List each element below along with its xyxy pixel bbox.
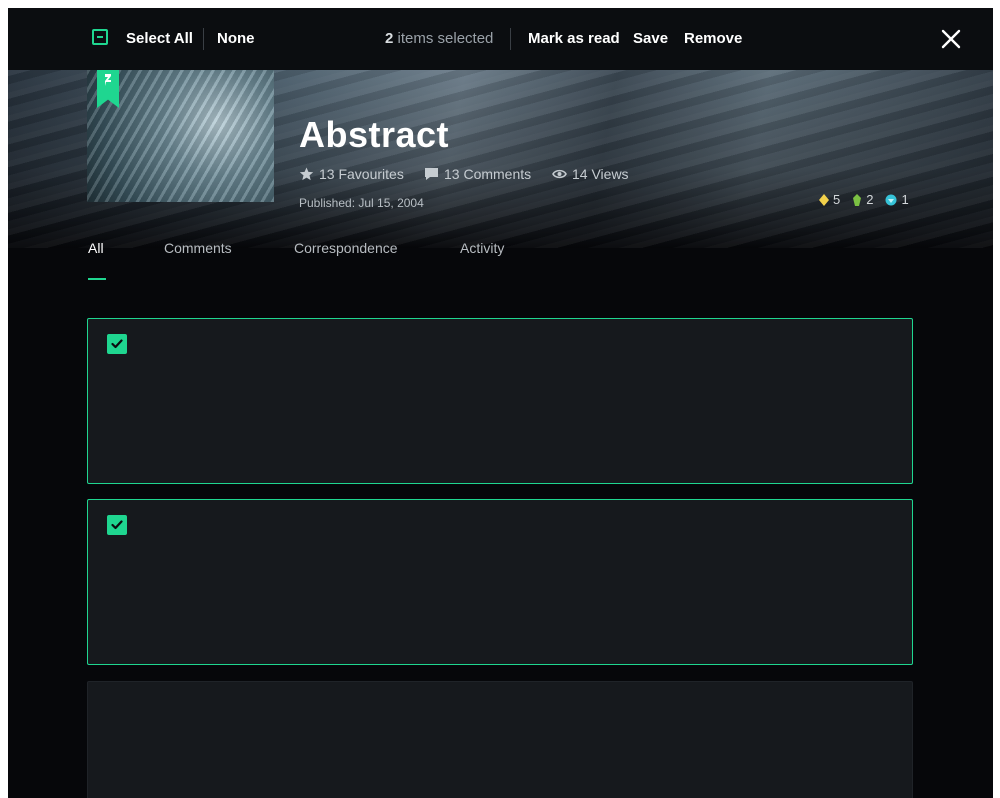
select-all-button[interactable]: Select All: [126, 30, 193, 47]
blue-badge-icon: [885, 194, 897, 205]
close-icon[interactable]: [940, 28, 962, 50]
select-all-checkbox[interactable]: [92, 29, 108, 45]
views-count: 14 Views: [572, 166, 629, 182]
active-tab-indicator: [88, 278, 106, 280]
award-green[interactable]: 2: [852, 192, 873, 207]
award-blue[interactable]: 1: [885, 192, 909, 207]
favourites-count: 13 Favourites: [319, 166, 404, 182]
tab-activity[interactable]: Activity: [460, 240, 504, 256]
selection-count-suffix: items selected: [397, 30, 494, 47]
award-count: 1: [901, 192, 909, 207]
awards-list: 5 2 1: [819, 192, 909, 207]
comments-stat: 13 Comments: [424, 166, 531, 182]
favourites-stat: 13 Favourites: [299, 166, 404, 182]
award-count: 2: [866, 192, 874, 207]
deviation-header: Abstract 13 Favourites 13 Comments 14 Vi…: [8, 70, 993, 248]
notification-card[interactable]: [87, 499, 913, 665]
award-count: 5: [833, 192, 841, 207]
tab-all[interactable]: All: [88, 240, 104, 256]
comments-count: 13 Comments: [444, 166, 532, 182]
selection-count-number: 2: [385, 30, 394, 47]
tab-correspondence[interactable]: Correspondence: [294, 240, 398, 256]
selection-count: 2 items selected: [385, 30, 493, 47]
toolbar-divider: [203, 28, 204, 50]
deviantart-logo-icon: [105, 74, 111, 86]
checkmark-icon: [111, 520, 123, 530]
filter-tabs: All Comments Correspondence Activity: [8, 240, 993, 288]
save-button[interactable]: Save: [633, 30, 668, 47]
checkmark-icon: [111, 339, 123, 349]
item-checkbox[interactable]: [107, 515, 127, 535]
selection-toolbar: Select All None 2 items selected Mark as…: [8, 8, 993, 70]
star-icon: [299, 167, 314, 181]
views-stat: 14 Views: [552, 166, 629, 182]
comment-icon: [425, 168, 438, 180]
bookmark-ribbon-icon: [97, 70, 119, 108]
notification-card[interactable]: [87, 318, 913, 484]
deviation-title[interactable]: Abstract: [299, 114, 449, 156]
green-badge-icon: [853, 193, 862, 206]
award-gold[interactable]: 5: [819, 192, 840, 207]
notification-card[interactable]: [87, 681, 913, 798]
item-checkbox[interactable]: [107, 334, 127, 354]
gold-badge-icon: [819, 193, 829, 206]
select-none-button[interactable]: None: [217, 30, 255, 47]
notifications-panel: Select All None 2 items selected Mark as…: [8, 8, 993, 798]
published-date: Published: Jul 15, 2004: [299, 196, 424, 210]
deviation-thumbnail[interactable]: [87, 70, 274, 202]
mark-as-read-button[interactable]: Mark as read: [528, 30, 620, 47]
remove-button[interactable]: Remove: [684, 30, 742, 47]
tab-comments[interactable]: Comments: [164, 240, 232, 256]
toolbar-divider: [510, 28, 511, 50]
eye-icon: [552, 169, 567, 179]
